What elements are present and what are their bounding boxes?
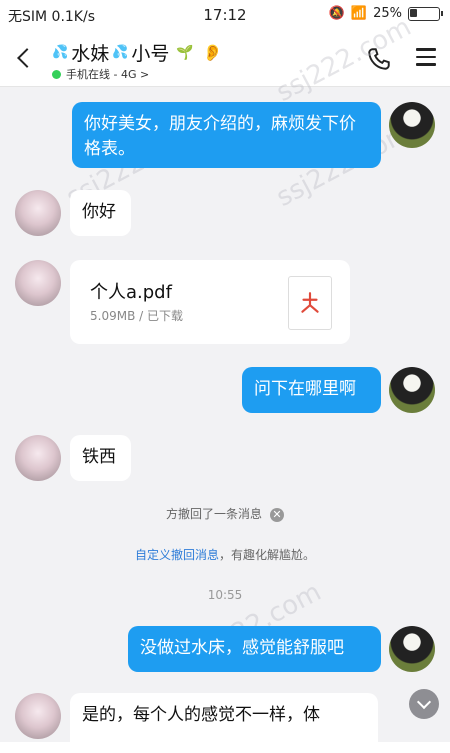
my-message-bubble[interactable]: 你好美女，朋友介绍的，麻烦发下价格表。 xyxy=(72,102,381,168)
contact-message-bubble[interactable]: 你好 xyxy=(70,190,131,236)
ear-icon[interactable]: 👂 xyxy=(203,43,223,62)
leaf-icon: 🌱 xyxy=(176,44,194,61)
online-status[interactable]: 手机在线 - 4G > xyxy=(52,66,149,82)
mute-icon: 🔕 xyxy=(328,6,345,21)
recall-notice: 方撤回了一条消息 ✕ xyxy=(0,505,450,522)
contact-avatar[interactable] xyxy=(15,435,61,481)
water-drop-icon: 💦 xyxy=(112,45,129,60)
custom-recall-tip: 自定义撤回消息，有趣化解尴尬。 xyxy=(0,546,450,563)
file-message-card[interactable]: 个人a.pdf 5.09MB / 已下载 xyxy=(70,260,350,344)
my-avatar[interactable] xyxy=(389,626,435,672)
menu-icon[interactable] xyxy=(416,48,436,68)
message-text: 问下在哪里啊 xyxy=(254,379,356,399)
contact-avatar[interactable] xyxy=(15,260,61,306)
file-name: 个人a.pdf xyxy=(90,282,172,303)
my-message-bubble[interactable]: 没做过水床，感觉能舒服吧 xyxy=(128,626,381,672)
custom-recall-link[interactable]: 自定义撤回消息 xyxy=(135,548,219,562)
my-avatar[interactable] xyxy=(389,367,435,413)
close-icon[interactable]: ✕ xyxy=(270,507,284,522)
my-avatar[interactable] xyxy=(389,102,435,148)
message-text: 你好美女，朋友介绍的，麻烦发下价格表。 xyxy=(84,114,356,159)
contact-avatar[interactable] xyxy=(15,693,61,739)
file-meta: 5.09MB / 已下载 xyxy=(90,309,183,323)
contact-name: 💦 水妹 💦 小号 🌱 👂 xyxy=(52,39,223,66)
my-message-bubble[interactable]: 问下在哪里啊 xyxy=(242,367,381,413)
status-bar: 无SIM 0.1K/s 17:12 🔕 📶 25% xyxy=(0,0,450,32)
status-right: 🔕 📶 25% xyxy=(328,6,443,21)
pdf-icon xyxy=(288,276,332,330)
wifi-icon: 📶 xyxy=(350,6,368,21)
online-status-text: 手机在线 - 4G > xyxy=(66,68,150,81)
back-icon[interactable] xyxy=(12,42,36,72)
message-text: 是的，每个人的感觉不一样，体 xyxy=(82,705,320,725)
contact-message-bubble[interactable]: 铁西 xyxy=(70,435,131,481)
timestamp: 10:55 xyxy=(207,588,243,602)
message-text: 没做过水床，感觉能舒服吧 xyxy=(140,638,344,658)
input-bar[interactable] xyxy=(0,742,450,753)
battery-icon xyxy=(408,6,443,21)
water-drop-icon: 💦 xyxy=(52,45,69,60)
custom-recall-suffix: ，有趣化解尴尬。 xyxy=(219,548,316,562)
recall-text: 方撤回了一条消息 xyxy=(165,507,262,521)
battery-percent: 25% xyxy=(373,6,402,21)
contact-message-bubble[interactable]: 是的，每个人的感觉不一样，体 xyxy=(70,693,378,742)
contact-name-part2: 小号 xyxy=(131,43,170,65)
chevron-down-icon[interactable] xyxy=(409,689,439,719)
online-dot xyxy=(52,69,61,79)
contact-name-part1: 水妹 xyxy=(71,43,110,65)
message-text: 铁西 xyxy=(82,447,116,467)
message-text: 你好 xyxy=(82,202,116,222)
contact-avatar[interactable] xyxy=(15,190,61,236)
phone-icon[interactable] xyxy=(366,46,392,72)
chat-header: 💦 水妹 💦 小号 🌱 👂 手机在线 - 4G > xyxy=(0,32,450,87)
